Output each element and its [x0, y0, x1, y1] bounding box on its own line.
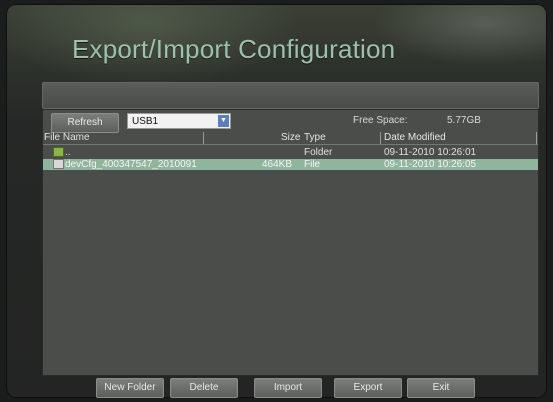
device-select[interactable]: USB1 ▼	[127, 113, 231, 129]
file-icon	[53, 159, 64, 169]
delete-button[interactable]: Delete	[170, 378, 238, 398]
row-type: Folder	[304, 147, 333, 158]
free-space-label: Free Space:	[353, 115, 408, 126]
column-divider	[203, 132, 204, 144]
column-header-file-name[interactable]: File Name	[44, 132, 90, 143]
action-bar: New Folder Delete Import Export Exit	[42, 376, 537, 398]
new-folder-button[interactable]: New Folder	[96, 378, 164, 398]
row-date: 09-11-2010 10:26:01	[384, 147, 477, 158]
file-browser-panel: Refresh USB1 ▼ Free Space: 5.77GB File N…	[42, 109, 539, 376]
chevron-down-icon[interactable]: ▼	[218, 115, 229, 127]
column-header-size[interactable]: Size	[281, 132, 300, 143]
device-select-value: USB1	[132, 116, 159, 127]
refresh-button[interactable]: Refresh	[51, 113, 119, 133]
table-row[interactable]: .. Folder 09-11-2010 10:26:01	[43, 147, 538, 158]
folder-icon	[53, 147, 64, 157]
column-header-date-modified[interactable]: Date Modified	[384, 132, 446, 143]
exit-button[interactable]: Exit	[407, 378, 475, 398]
column-divider	[536, 132, 537, 144]
row-type: File	[304, 159, 321, 170]
import-button[interactable]: Import	[254, 378, 322, 398]
page-title: Export/Import Configuration	[72, 34, 396, 64]
table-header: File Name Size Type Date Modified	[43, 132, 538, 145]
column-header-type[interactable]: Type	[304, 132, 326, 143]
title-bar-strip	[42, 82, 539, 109]
column-divider	[380, 132, 381, 144]
table-row-selected[interactable]: devCfg_400347547_2010091 464KB File 09-1…	[43, 159, 538, 170]
row-file-name: ..	[65, 147, 71, 158]
row-size: 464KB	[262, 159, 293, 170]
window-frame: Export/Import Configuration Refresh USB1…	[6, 4, 547, 398]
row-date: 09-11-2010 10:26:05	[384, 159, 477, 170]
row-file-name: devCfg_400347547_2010091	[65, 159, 197, 170]
toolbar: Refresh USB1 ▼ Free Space: 5.77GB	[43, 110, 538, 133]
export-button[interactable]: Export	[334, 378, 402, 398]
free-space-value: 5.77GB	[447, 115, 481, 126]
